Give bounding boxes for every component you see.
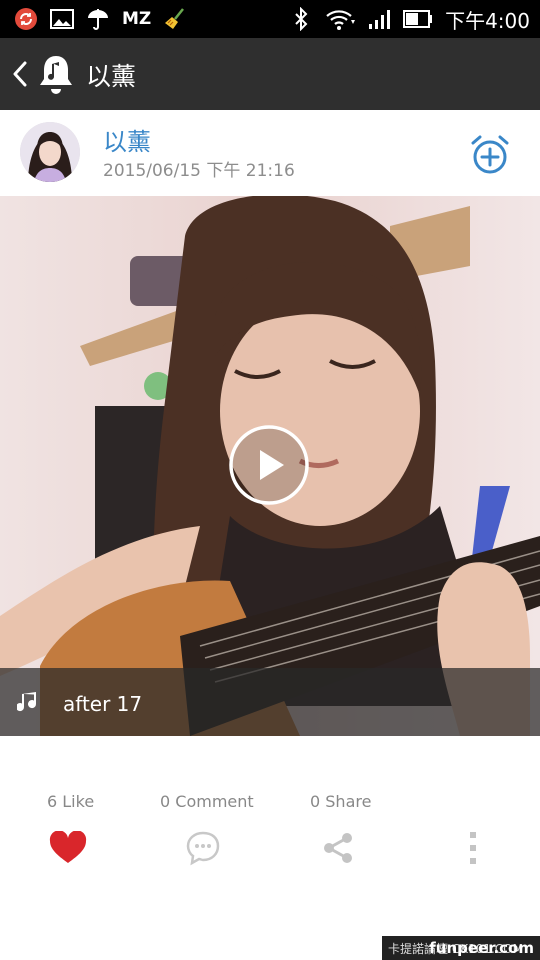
like-button[interactable] — [48, 828, 88, 868]
song-title: after 17 — [63, 692, 143, 716]
post-date: 2015/06/15 下午 21:16 — [103, 161, 295, 181]
mz-icon: MZ — [122, 9, 152, 29]
alarm-add-button[interactable] — [467, 132, 513, 178]
more-vertical-icon — [470, 832, 476, 864]
toolbar-title: 以薰 — [86, 62, 137, 91]
status-bar: MZ 下午4:00 — [0, 0, 540, 38]
video-player[interactable]: after 17 — [0, 196, 540, 736]
watermark: 卡提諾論壇 CK101.COM funpeer.com — [382, 936, 540, 960]
back-button[interactable] — [8, 56, 32, 92]
play-icon — [229, 425, 309, 505]
heart-icon — [49, 831, 87, 863]
status-time: 下午4:00 — [445, 8, 530, 33]
comment-button[interactable] — [183, 828, 223, 868]
share-icon — [324, 833, 352, 863]
post-header: 以薰 2015/06/15 下午 21:16 — [0, 110, 540, 196]
umbrella-icon — [86, 7, 110, 31]
watermark-right: funpeer.com — [429, 939, 534, 957]
comment-count: 0 Comment — [160, 792, 254, 811]
status-left: MZ — [14, 6, 187, 32]
battery-icon — [403, 7, 433, 31]
share-button[interactable] — [318, 828, 358, 868]
share-count: 0 Share — [310, 792, 372, 811]
status-right: 下午4:00 — [289, 6, 530, 33]
song-bar: after 17 — [0, 668, 540, 736]
image-icon — [50, 7, 74, 31]
comment-icon — [186, 831, 220, 866]
alarm-add-icon — [471, 135, 509, 174]
top-toolbar: 以薰 — [0, 38, 540, 110]
more-button[interactable] — [453, 828, 493, 868]
play-button[interactable] — [229, 425, 309, 505]
wifi-icon — [325, 7, 356, 31]
bell-music-icon — [36, 52, 76, 96]
chevron-left-icon — [13, 61, 27, 87]
sync-icon — [14, 7, 38, 31]
bluetooth-icon — [289, 7, 313, 31]
user-name[interactable]: 以薰 — [103, 122, 151, 157]
like-count: 6 Like — [47, 792, 95, 811]
avatar[interactable] — [20, 122, 80, 182]
signal-icon — [367, 7, 391, 31]
music-note-icon — [16, 691, 39, 715]
broom-icon — [163, 7, 187, 31]
